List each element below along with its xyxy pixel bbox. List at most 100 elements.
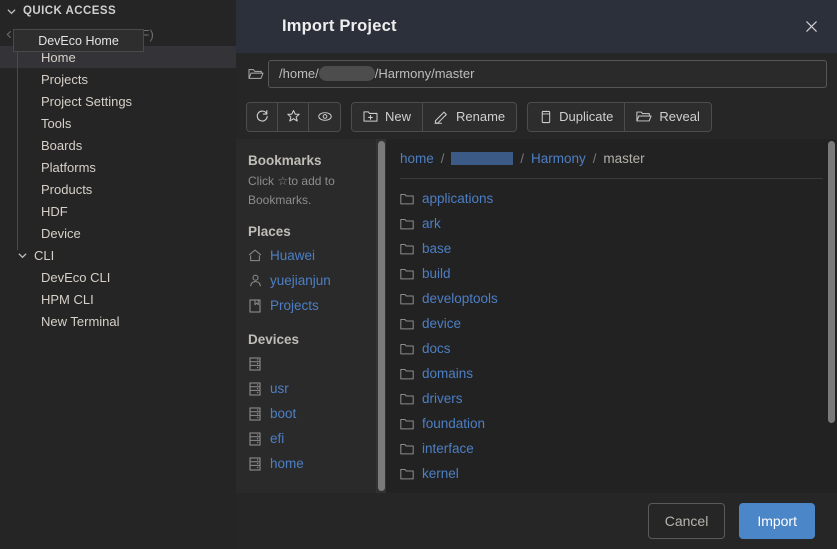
sidebar-item-label: Products — [41, 181, 93, 197]
import-project-dialog: Import Project /home/ /Harmony/master New… — [236, 0, 837, 549]
folder-open-icon — [636, 110, 652, 123]
reveal-label: Reveal — [659, 109, 700, 124]
file-row[interactable]: interface — [400, 436, 823, 461]
star-icon — [286, 109, 301, 124]
file-name: ark — [422, 216, 441, 231]
breadcrumb: home / / Harmony / master — [400, 139, 823, 179]
chevron-down-icon — [6, 6, 17, 17]
device-item-boot[interactable]: boot — [248, 401, 376, 426]
new-folder-button[interactable]: New — [352, 102, 424, 131]
places-scrollbar-thumb[interactable] — [378, 141, 385, 491]
devices-heading: Devices — [248, 332, 300, 347]
quick-access-label: QUICK ACCESS — [23, 5, 117, 17]
sidebar-item-projects[interactable]: Projects — [0, 68, 236, 90]
breadcrumb-item-harmony[interactable]: Harmony — [531, 151, 586, 166]
folder-icon — [400, 318, 414, 330]
show-hidden-button[interactable] — [309, 102, 340, 131]
sidebar-item-label: Device — [41, 225, 81, 241]
breadcrumb-item-master[interactable]: master — [603, 151, 644, 166]
person-icon — [248, 274, 262, 287]
device-item-home[interactable]: home — [248, 451, 376, 476]
cli-list: DevEco CLI HPM CLI New Terminal — [0, 266, 236, 332]
action-button-group: Duplicate Reveal — [527, 101, 712, 132]
bookmark-star-button[interactable] — [278, 102, 309, 131]
file-list-scrollbar-thumb[interactable] — [828, 141, 835, 423]
file-row[interactable]: kernel — [400, 461, 823, 486]
file-row[interactable]: base — [400, 236, 823, 261]
edit-button-group: New Rename — [351, 101, 518, 132]
drive-icon — [248, 406, 262, 421]
sidebar-item-boards[interactable]: Boards — [0, 134, 236, 156]
path-suffix: /Harmony/master — [374, 66, 475, 81]
file-list-panel: home / / Harmony / master applications a… — [386, 139, 837, 493]
device-item-usr[interactable]: usr — [248, 376, 376, 401]
sidebar-item-label: Boards — [41, 137, 83, 153]
file-name: build — [422, 266, 451, 281]
file-row[interactable]: device — [400, 311, 823, 336]
sidebar-item-deveco-cli[interactable]: DevEco CLI — [0, 266, 236, 288]
folder-plus-icon — [363, 110, 378, 123]
folder-icon — [400, 343, 414, 355]
file-row[interactable]: foundation — [400, 411, 823, 436]
file-toolbar: New Rename Duplicate Reveal — [236, 94, 837, 139]
sidebar-item-platforms[interactable]: Platforms — [0, 156, 236, 178]
breadcrumb-item-home[interactable]: home — [400, 151, 434, 166]
close-icon[interactable] — [799, 15, 823, 39]
place-item-huawei[interactable]: Huawei — [248, 243, 376, 268]
sidebar-item-label: Tools — [41, 115, 72, 131]
path-input[interactable]: /home/ /Harmony/master — [268, 59, 827, 88]
breadcrumb-separator: / — [520, 151, 525, 166]
sidebar-item-label: HPM CLI — [41, 291, 94, 307]
dialog-titlebar: Import Project — [236, 0, 837, 53]
folder-icon — [400, 243, 414, 255]
cancel-button[interactable]: Cancel — [647, 503, 726, 539]
rename-label: Rename — [456, 109, 506, 124]
place-label: Huawei — [270, 248, 316, 263]
quick-access-list: Home Projects Project Settings Tools Boa… — [0, 46, 236, 244]
device-label: home — [270, 456, 304, 471]
device-label: efi — [270, 431, 285, 446]
file-row[interactable]: build — [400, 261, 823, 286]
sidebar-item-project-settings[interactable]: Project Settings — [0, 90, 236, 112]
sidebar-group-cli[interactable]: CLI — [0, 244, 236, 266]
device-item-efi[interactable]: efi — [248, 426, 376, 451]
quick-access-header[interactable]: QUICK ACCESS — [0, 0, 236, 22]
sidebar-item-label: Platforms — [41, 159, 96, 175]
dialog-title: Import Project — [282, 17, 397, 35]
reveal-button[interactable]: Reveal — [625, 102, 711, 131]
places-panel: Bookmarks Click ☆to add to Bookmarks. Pl… — [236, 139, 376, 493]
duplicate-label: Duplicate — [559, 109, 614, 124]
file-row[interactable]: ark — [400, 211, 823, 236]
file-name: docs — [422, 341, 451, 356]
file-row[interactable]: docs — [400, 336, 823, 361]
file-row[interactable]: drivers — [400, 386, 823, 411]
place-label: Projects — [270, 298, 319, 313]
path-prefix: /home/ — [279, 66, 319, 81]
file-row[interactable]: domains — [400, 361, 823, 386]
refresh-button[interactable] — [247, 102, 278, 131]
icon-button-group — [246, 101, 341, 132]
sidebar-item-hdf[interactable]: HDF — [0, 200, 236, 222]
sidebar-item-hpm-cli[interactable]: HPM CLI — [0, 288, 236, 310]
file-rows: applications ark base build developtools… — [400, 179, 823, 486]
place-item-projects[interactable]: Projects — [248, 293, 376, 318]
breadcrumb-item-redacted[interactable] — [451, 152, 514, 165]
bookmarks-note-line-1: Click ☆to add to — [248, 174, 335, 188]
sidebar-item-products[interactable]: Products — [0, 178, 236, 200]
device-label: boot — [270, 406, 297, 421]
file-row[interactable]: developtools — [400, 286, 823, 311]
device-item-0[interactable] — [248, 351, 376, 376]
new-folder-label: New — [385, 109, 412, 124]
folder-open-icon — [244, 67, 268, 81]
sidebar-item-label: Project Settings — [41, 93, 133, 109]
duplicate-button[interactable]: Duplicate — [528, 102, 626, 131]
sidebar-item-new-terminal[interactable]: New Terminal — [0, 310, 236, 332]
file-row[interactable]: applications — [400, 186, 823, 211]
place-item-yuejianjun[interactable]: yuejianjun — [248, 268, 376, 293]
import-button[interactable]: Import — [739, 503, 815, 539]
drive-icon — [248, 356, 262, 371]
sidebar-item-label: HDF — [41, 203, 68, 219]
rename-button[interactable]: Rename — [423, 102, 517, 131]
sidebar-item-tools[interactable]: Tools — [0, 112, 236, 134]
sidebar-item-device[interactable]: Device — [0, 222, 236, 244]
